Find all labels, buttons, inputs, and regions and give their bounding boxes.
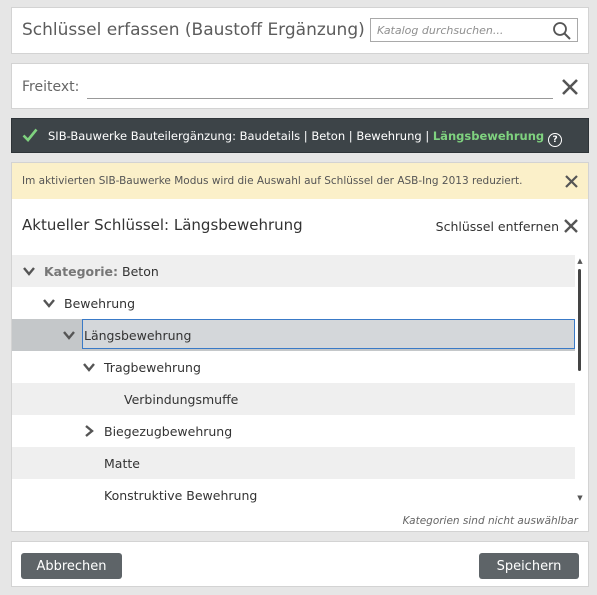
chevron-down-icon[interactable] <box>22 264 36 278</box>
tree-item-text: Matte <box>104 455 140 471</box>
tree-item-label: Matte <box>104 456 140 471</box>
scroll-up-arrow-icon[interactable]: ▲ <box>576 257 584 265</box>
scroll-down-arrow-icon[interactable]: ▼ <box>576 494 584 502</box>
search-box[interactable] <box>370 18 578 42</box>
tree-item-row[interactable]: Tragbewehrung <box>12 351 575 383</box>
tree-item-text: Bewehrung <box>64 295 136 311</box>
search-input[interactable] <box>371 19 549 41</box>
chevron-right-icon[interactable] <box>82 424 96 438</box>
tree-item-text: Längsbewehrung <box>84 327 192 343</box>
tree-item-row[interactable]: Biegezugbewehrung <box>12 415 575 447</box>
tree-spacer <box>82 456 96 470</box>
search-icon[interactable] <box>552 21 572 41</box>
tree-item-row[interactable]: Längsbewehrung <box>12 319 575 351</box>
main-panel: Im aktivierten SIB-Bauwerke Modus wird d… <box>11 162 589 532</box>
tree-item-label: Konstruktive Bewehrung <box>104 488 257 503</box>
notice-text: Im aktivierten SIB-Bauwerke Modus wird d… <box>22 175 523 187</box>
notice-banner: Im aktivierten SIB-Bauwerke Modus wird d… <box>12 163 588 199</box>
tree-item-label: Biegezugbewehrung <box>104 424 232 439</box>
tree-hint: Kategorien sind nicht auswählbar <box>402 515 578 527</box>
tree-item-label: Kategorie: Beton <box>44 264 159 279</box>
tree-item-label: Tragbewehrung <box>104 360 201 375</box>
tree-scrollbar[interactable]: ▲ ▼ <box>576 257 584 502</box>
tree-item-text: Verbindungsmuffe <box>124 391 239 407</box>
selected-path-bar: SIB-Bauwerke Bauteilergänzung: Baudetail… <box>11 118 589 153</box>
current-key-title: Aktueller Schlüssel: Längsbewehrung <box>22 216 303 234</box>
tree-item-row[interactable]: Bewehrung <box>12 287 575 319</box>
check-icon <box>22 128 38 142</box>
close-icon[interactable] <box>564 174 579 189</box>
footer-panel: Abbrechen Speichern <box>11 541 589 587</box>
category-prefix: Kategorie: <box>44 263 119 279</box>
tree-item-label: Längsbewehrung <box>84 328 191 343</box>
chevron-down-icon[interactable] <box>82 360 96 374</box>
category-tree: Kategorie: Beton Bewehrung Längsbewehrung T… <box>12 255 575 505</box>
chevron-down-icon[interactable] <box>42 296 56 310</box>
tree-category-row: Kategorie: Beton <box>12 255 575 287</box>
tree-item-row[interactable]: Verbindungsmuffe <box>12 383 575 415</box>
tree-item-label: Bewehrung <box>64 296 135 311</box>
remove-key-label: Schlüssel entfernen <box>435 218 559 234</box>
path-prefix: SIB-Bauwerke Bauteilergänzung: Baudetail… <box>48 129 433 143</box>
header-panel: Schlüssel erfassen (Baustoff Ergänzung) <box>11 7 589 54</box>
save-button[interactable]: Speichern <box>479 553 579 579</box>
scrollbar-thumb[interactable] <box>578 269 581 371</box>
freitext-input[interactable] <box>87 76 553 99</box>
tree-item-row[interactable]: Konstruktive Bewehrung <box>12 479 575 505</box>
tree-item-text: Beton <box>122 263 159 279</box>
chevron-down-icon[interactable] <box>62 328 76 342</box>
tree-item-label: Verbindungsmuffe <box>124 392 238 407</box>
tree-item-text: Biegezugbewehrung <box>104 423 233 439</box>
page-title: Schlüssel erfassen (Baustoff Ergänzung) <box>22 20 365 40</box>
close-icon[interactable] <box>563 218 579 234</box>
tree-spacer <box>82 488 96 502</box>
remove-key-button[interactable]: Schlüssel entfernen <box>436 217 579 235</box>
tree-spacer <box>102 392 116 406</box>
close-icon[interactable] <box>561 78 579 96</box>
tree-item-text: Konstruktive Bewehrung <box>104 487 258 503</box>
freitext-panel: Freitext: <box>11 63 589 109</box>
path-text: SIB-Bauwerke Bauteilergänzung: Baudetail… <box>48 129 563 147</box>
help-icon[interactable]: ? <box>548 133 563 147</box>
freitext-label: Freitext: <box>22 79 80 95</box>
cancel-button[interactable]: Abbrechen <box>21 553 122 579</box>
tree-item-row[interactable]: Matte <box>12 447 575 479</box>
path-active-item: Längsbewehrung <box>432 129 545 143</box>
tree-item-text: Tragbewehrung <box>104 359 201 375</box>
